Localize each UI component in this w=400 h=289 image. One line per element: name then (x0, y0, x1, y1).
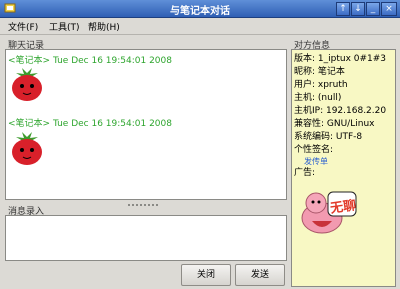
move-down-button[interactable]: ↓ (351, 2, 365, 16)
strawberry-emoticon (12, 132, 42, 165)
send-button[interactable]: 发送 (235, 264, 285, 286)
message-time: Tue Dec 16 19:54:01 2008 (52, 56, 172, 66)
info-user: 用户: xpruth (294, 80, 348, 90)
info-version: 版本: 1_iptux 0#1#3 (294, 54, 387, 64)
menu-help[interactable]: 帮助(H) (88, 20, 120, 33)
info-nickname: 昵称: 笔记本 (294, 67, 345, 77)
close-button[interactable]: 关闭 (181, 264, 231, 286)
peer-info-list: 版本: 1_iptux 0#1#3 昵称: 笔记本 用户: xpruth 主机:… (294, 53, 386, 180)
message-header: <笔记本> Tue Dec 16 19:54:01 2008 (8, 116, 172, 129)
info-signature-label: 个性签名: (294, 145, 334, 155)
info-host-ip: 主机IP: 192.168.2.20 (294, 106, 387, 116)
menu-file[interactable]: 文件(F) (8, 20, 38, 33)
menu-bar: 文件(F) 工具(T) 帮助(H) (0, 18, 400, 35)
peer-info-panel: 版本: 1_iptux 0#1#3 昵称: 笔记本 用户: xpruth 主机:… (291, 49, 396, 287)
menu-tools[interactable]: 工具(T) (49, 20, 80, 33)
message-time: Tue Dec 16 19:54:01 2008 (52, 119, 172, 129)
minimize-button[interactable]: _ (366, 2, 380, 16)
ad-text: 无聊 (329, 198, 358, 217)
message-input-field[interactable] (5, 215, 287, 261)
message-sender: <笔记本> (8, 119, 51, 129)
pane-resize-handle[interactable] (128, 199, 162, 206)
title-bar[interactable]: 与笔记本对话 ↑ ↓ _ × (0, 0, 400, 18)
close-window-button[interactable]: × (381, 2, 397, 16)
info-host: 主机: (null) (294, 93, 342, 103)
strawberry-emoticon (12, 68, 42, 101)
chat-history-panel[interactable]: <笔记本> Tue Dec 16 19:54:01 2008 <笔记本> Tue… (5, 49, 287, 200)
info-encoding: 系统编码: UTF-8 (294, 132, 363, 142)
info-signature: 发传单 (304, 157, 328, 166)
info-compatibility: 兼容性: GNU/Linux (294, 119, 375, 129)
move-up-button[interactable]: ↑ (336, 2, 350, 16)
